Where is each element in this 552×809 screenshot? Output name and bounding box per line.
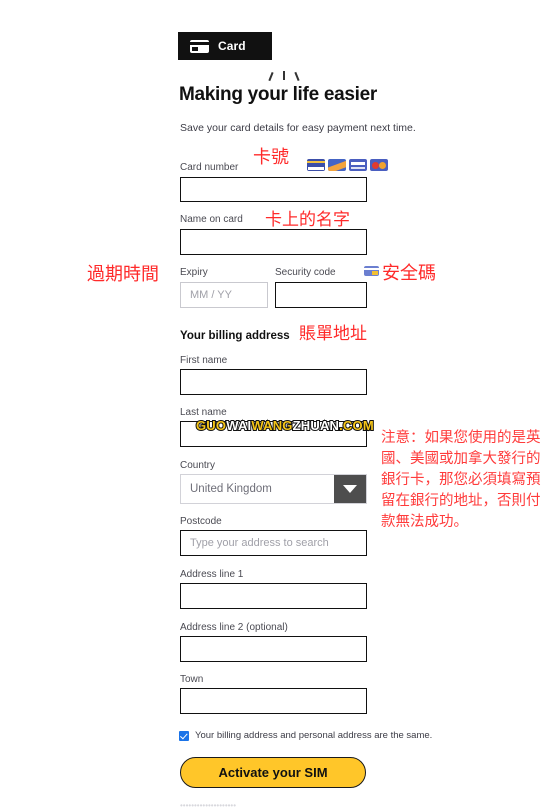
postcode-placeholder: Type your address to search <box>190 537 329 549</box>
visa-icon <box>307 159 325 171</box>
annotation-name-on-card: 卡上的名字 <box>265 210 350 230</box>
tab-card-label: Card <box>218 39 246 53</box>
payment-method-tabs: Card <box>178 32 272 60</box>
sparkle-decoration-icon <box>268 71 308 85</box>
mastercard-icon <box>370 159 388 171</box>
maestro-icon <box>349 159 367 171</box>
security-code-label: Security code <box>275 267 336 278</box>
address-line-1-input[interactable] <box>180 583 367 609</box>
country-select[interactable]: United Kingdom <box>180 474 367 504</box>
address-line-2-label: Address line 2 (optional) <box>180 622 288 633</box>
country-selected-value: United Kingdom <box>190 483 272 495</box>
activate-sim-button[interactable]: Activate your SIM <box>180 757 366 788</box>
page-title: Making your life easier <box>179 84 377 105</box>
watermark-part-4: ZHUAN <box>292 417 340 434</box>
postcode-input[interactable]: Type your address to search <box>180 530 367 556</box>
expiry-label: Expiry <box>180 267 208 278</box>
expiry-input[interactable]: MM / YY <box>180 282 268 308</box>
annotation-note: 注意：如果您使用的是英國、美國或加拿大發行的銀行卡，那您必須填寫預留在銀行的地址… <box>381 430 541 531</box>
annotation-billing-address: 賬單地址 <box>299 324 367 344</box>
annotation-expiry: 過期時間 <box>87 264 159 285</box>
billing-same-as-personal-row[interactable]: Your billing address and personal addres… <box>179 730 432 741</box>
site-watermark: GUOWAIWANGZHUAN.COM <box>195 417 375 434</box>
billing-address-title: Your billing address <box>180 330 290 342</box>
watermark-part-5: .COM <box>338 417 375 434</box>
annotation-security-code: 安全碼 <box>382 263 436 284</box>
security-code-card-icon <box>364 266 379 276</box>
watermark-part-1: GUO <box>195 417 227 434</box>
page-subtitle: Save your card details for easy payment … <box>180 122 416 134</box>
first-name-input[interactable] <box>180 369 367 395</box>
billing-same-as-personal-checkbox[interactable] <box>179 730 189 741</box>
payment-page: Card Making your life easier Save your c… <box>0 0 552 809</box>
credit-card-icon <box>190 39 209 53</box>
country-label: Country <box>180 460 216 471</box>
postcode-label: Postcode <box>180 516 222 527</box>
amex-icon <box>328 159 346 171</box>
security-code-input[interactable] <box>275 282 367 308</box>
chevron-down-icon[interactable] <box>334 475 366 503</box>
card-number-label: Card number <box>180 162 239 173</box>
accepted-card-brands <box>307 159 388 171</box>
address-line-2-input[interactable] <box>180 636 367 662</box>
billing-same-as-personal-label: Your billing address and personal addres… <box>195 730 433 741</box>
watermark-part-2: WAI <box>225 417 252 434</box>
last-name-label: Last name <box>180 407 227 418</box>
first-name-label: First name <box>180 355 228 366</box>
page-footer-cutoff: •••••••••••••••••••• <box>180 801 237 809</box>
annotation-card-number: 卡號 <box>253 147 289 168</box>
town-input[interactable] <box>180 688 367 714</box>
watermark-part-3: WANG <box>250 417 293 434</box>
name-on-card-label: Name on card <box>180 214 243 225</box>
card-number-input[interactable] <box>180 177 367 202</box>
tab-card[interactable]: Card <box>178 32 272 60</box>
expiry-placeholder: MM / YY <box>190 289 232 301</box>
name-on-card-input[interactable] <box>180 229 367 255</box>
town-label: Town <box>180 674 204 685</box>
address-line-1-label: Address line 1 <box>180 569 244 580</box>
